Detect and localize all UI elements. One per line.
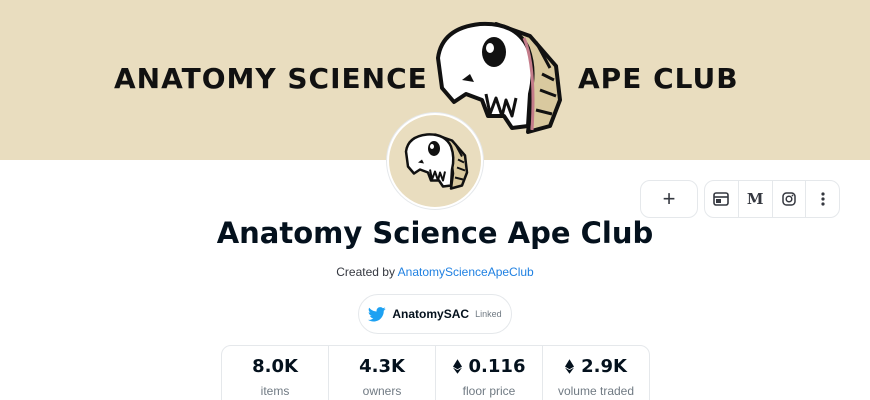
- social-links-group: M: [704, 180, 840, 218]
- stat-number: 8.0K: [252, 356, 298, 377]
- collection-avatar: [387, 113, 483, 209]
- website-icon: [713, 192, 730, 206]
- stat-value: 0.116: [452, 356, 526, 377]
- twitter-handle: AnatomySAC: [392, 307, 470, 321]
- instagram-icon: [782, 192, 796, 206]
- more-options-button[interactable]: [806, 181, 839, 217]
- twitter-linked-status: Linked: [475, 309, 502, 319]
- stat-label: items: [260, 384, 290, 398]
- collection-title: Anatomy Science Ape Club: [216, 216, 654, 250]
- stat-label: volume traded: [557, 384, 635, 398]
- stat-volume-traded[interactable]: 2.9K volume traded: [543, 346, 649, 400]
- twitter-icon: [368, 306, 387, 321]
- stat-value: 2.9K: [565, 356, 627, 377]
- more-vertical-icon: [821, 192, 825, 206]
- banner-text-left: ANATOMY SCIENCE: [114, 62, 428, 95]
- stat-number: 2.9K: [581, 356, 627, 377]
- creator-link[interactable]: AnatomyScienceApeClub: [398, 265, 534, 279]
- collection-stats: 8.0K items 4.3K owners 0.116 floor price…: [221, 345, 650, 400]
- ethereum-icon: [565, 359, 575, 374]
- website-button[interactable]: [705, 181, 739, 217]
- stat-items[interactable]: 8.0K items: [222, 346, 329, 400]
- created-by-label: Created by: [336, 265, 395, 279]
- stat-floor-price[interactable]: 0.116 floor price: [436, 346, 543, 400]
- stat-number: 0.116: [468, 356, 526, 377]
- stat-value: 8.0K: [252, 356, 298, 377]
- twitter-link[interactable]: AnatomySAC Linked: [358, 294, 512, 334]
- ape-skull-icon: [404, 133, 469, 190]
- medium-button[interactable]: M: [739, 181, 773, 217]
- plus-icon: +: [662, 186, 676, 211]
- created-by-line: Created by AnatomyScienceApeClub: [0, 265, 870, 279]
- stat-label: floor price: [462, 384, 516, 398]
- stat-value: 4.3K: [359, 356, 405, 377]
- instagram-button[interactable]: [773, 181, 807, 217]
- ethereum-icon: [452, 359, 462, 374]
- stat-label: owners: [362, 384, 402, 398]
- stat-number: 4.3K: [359, 356, 405, 377]
- add-button[interactable]: +: [640, 180, 698, 218]
- banner-text-right: APE CLUB: [578, 62, 739, 95]
- medium-icon: M: [746, 190, 764, 208]
- stat-owners[interactable]: 4.3K owners: [329, 346, 436, 400]
